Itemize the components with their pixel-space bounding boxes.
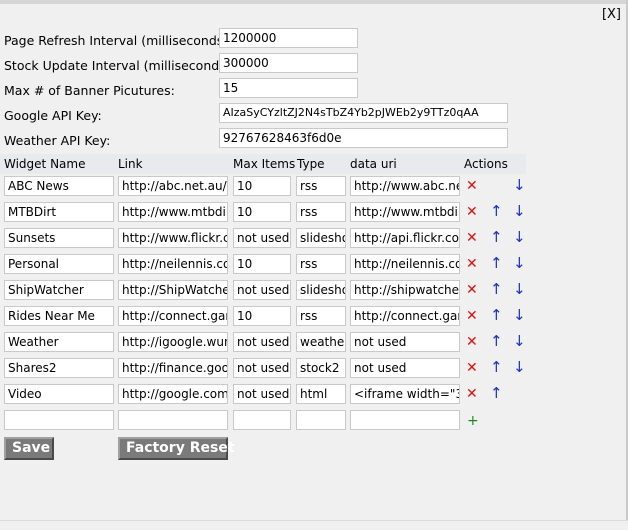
widget-type-input[interactable]: slideshow — [296, 280, 346, 300]
header-link: Link — [118, 157, 143, 171]
widget-type-input[interactable]: stock2 — [296, 358, 346, 378]
delete-widget-icon[interactable]: ✕ — [466, 309, 478, 324]
refresh-interval-input[interactable]: 1200000 — [219, 28, 358, 48]
widget-name-input[interactable]: Sunsets — [4, 228, 114, 248]
widget-uri-input[interactable]: http://shipwatcher.com — [350, 280, 460, 300]
delete-widget-icon[interactable]: ✕ — [466, 231, 478, 246]
factory-reset-button[interactable]: Factory Reset — [118, 437, 235, 460]
google-api-key-input[interactable]: AIzaSyCYzltZJ2N4sTbZ4Yb2pJWEb2y9TTz0qAA — [219, 103, 508, 123]
move-up-icon[interactable]: ↑ — [490, 386, 503, 401]
widget-type-input[interactable]: weather — [296, 332, 346, 352]
widget-name-input[interactable]: ShipWatcher — [4, 280, 114, 300]
banner-pictures-input[interactable]: 15 — [219, 78, 358, 98]
weather-api-key-label: Weather API Key: — [4, 133, 111, 148]
weather-api-key-input[interactable]: 92767628463f6d0e — [219, 128, 508, 148]
widget-name-input[interactable]: ABC News — [4, 176, 114, 196]
widget-uri-input[interactable]: http://connect.garmin — [350, 306, 460, 326]
move-down-icon[interactable]: ↓ — [513, 282, 526, 297]
move-up-icon[interactable]: ↑ — [490, 282, 503, 297]
delete-widget-icon[interactable]: ✕ — [466, 335, 478, 350]
new-widget-link-input[interactable] — [118, 410, 228, 430]
widget-link-input[interactable]: http://google.com — [118, 384, 228, 404]
move-down-icon[interactable]: ↓ — [513, 308, 526, 323]
settings-dialog: [X] Page Refresh Interval (milliseconds)… — [0, 4, 626, 520]
widget-link-input[interactable]: http://abc.net.au/news — [118, 176, 228, 196]
widget-max-input[interactable]: not used — [233, 384, 291, 404]
new-widget-name-input[interactable] — [4, 410, 114, 430]
delete-widget-icon[interactable]: ✕ — [466, 179, 478, 194]
widget-max-input[interactable]: not used — [233, 358, 291, 378]
move-up-icon[interactable]: ↑ — [490, 334, 503, 349]
widget-uri-input[interactable]: http://www.mtbdirt.com — [350, 202, 460, 222]
delete-widget-icon[interactable]: ✕ — [466, 387, 478, 402]
widget-uri-input[interactable]: not used — [350, 332, 460, 352]
widget-type-input[interactable]: rss — [296, 306, 346, 326]
widget-max-input[interactable]: 10 — [233, 306, 291, 326]
new-widget-type-input[interactable] — [296, 410, 346, 430]
widget-link-input[interactable]: http://igoogle.wunder — [118, 332, 228, 352]
move-down-icon[interactable]: ↓ — [513, 178, 526, 193]
widget-link-input[interactable]: http://neilennis.com — [118, 254, 228, 274]
widget-max-input[interactable]: 10 — [233, 254, 291, 274]
move-down-icon[interactable]: ↓ — [513, 256, 526, 271]
header-type: Type — [297, 157, 325, 171]
widget-max-input[interactable]: 10 — [233, 176, 291, 196]
header-actions: Actions — [464, 157, 508, 171]
widget-name-input[interactable]: Video — [4, 384, 114, 404]
move-up-icon[interactable]: ↑ — [490, 308, 503, 323]
move-down-icon[interactable]: ↓ — [513, 230, 526, 245]
move-down-icon[interactable]: ↓ — [513, 360, 526, 375]
refresh-interval-label: Page Refresh Interval (milliseconds): — [4, 33, 233, 48]
move-down-icon[interactable]: ↓ — [513, 204, 526, 219]
stock-interval-label: Stock Update Interval (milliseconds): — [4, 58, 235, 73]
widget-link-input[interactable]: http://www.mtbdirt.com — [118, 202, 228, 222]
header-max-items: Max Items — [233, 157, 296, 171]
delete-widget-icon[interactable]: ✕ — [466, 361, 478, 376]
widget-name-input[interactable]: Personal — [4, 254, 114, 274]
add-widget-icon[interactable]: + — [467, 414, 479, 429]
widget-uri-input[interactable]: not used — [350, 358, 460, 378]
header-data-uri: data uri — [350, 157, 397, 171]
move-up-icon[interactable]: ↑ — [490, 230, 503, 245]
delete-widget-icon[interactable]: ✕ — [466, 283, 478, 298]
move-down-icon[interactable]: ↓ — [513, 334, 526, 349]
widget-name-input[interactable]: Weather — [4, 332, 114, 352]
widget-link-input[interactable]: http://www.flickr.com/ — [118, 228, 228, 248]
widget-link-input[interactable]: http://finance.google — [118, 358, 228, 378]
widget-uri-input[interactable]: http://www.abc.net.au — [350, 176, 460, 196]
widget-uri-input[interactable]: http://api.flickr.com/ — [350, 228, 460, 248]
widget-name-input[interactable]: Shares2 — [4, 358, 114, 378]
banner-pictures-label: Max # of Banner Picutures: — [4, 83, 175, 98]
save-button[interactable]: Save — [4, 437, 54, 460]
widget-max-input[interactable]: not used — [233, 228, 291, 248]
google-api-key-label: Google API Key: — [4, 108, 102, 123]
widget-max-input[interactable]: 10 — [233, 202, 291, 222]
widget-link-input[interactable]: http://connect.garmin — [118, 306, 228, 326]
delete-widget-icon[interactable]: ✕ — [466, 205, 478, 220]
move-up-icon[interactable]: ↑ — [490, 360, 503, 375]
new-widget-max-input[interactable] — [233, 410, 291, 430]
widget-max-input[interactable]: not used — [233, 280, 291, 300]
widget-type-input[interactable]: rss — [296, 254, 346, 274]
widget-link-input[interactable]: http://ShipWatcher.com — [118, 280, 228, 300]
move-up-icon[interactable]: ↑ — [490, 256, 503, 271]
close-button[interactable]: [X] — [602, 7, 621, 22]
header-widget-name: Widget Name — [4, 157, 86, 171]
widget-name-input[interactable]: Rides Near Me — [4, 306, 114, 326]
widget-type-input[interactable]: rss — [296, 202, 346, 222]
widget-type-input[interactable]: rss — [296, 176, 346, 196]
new-widget-uri-input[interactable] — [350, 410, 460, 430]
widget-uri-input[interactable]: <iframe width="320" — [350, 384, 460, 404]
widget-name-input[interactable]: MTBDirt — [4, 202, 114, 222]
widget-uri-input[interactable]: http://neilennis.com — [350, 254, 460, 274]
stock-interval-input[interactable]: 300000 — [219, 53, 358, 73]
delete-widget-icon[interactable]: ✕ — [466, 257, 478, 272]
widget-type-input[interactable]: html — [296, 384, 346, 404]
widget-max-input[interactable]: not used — [233, 332, 291, 352]
widget-type-input[interactable]: slideshow — [296, 228, 346, 248]
move-up-icon[interactable]: ↑ — [490, 204, 503, 219]
